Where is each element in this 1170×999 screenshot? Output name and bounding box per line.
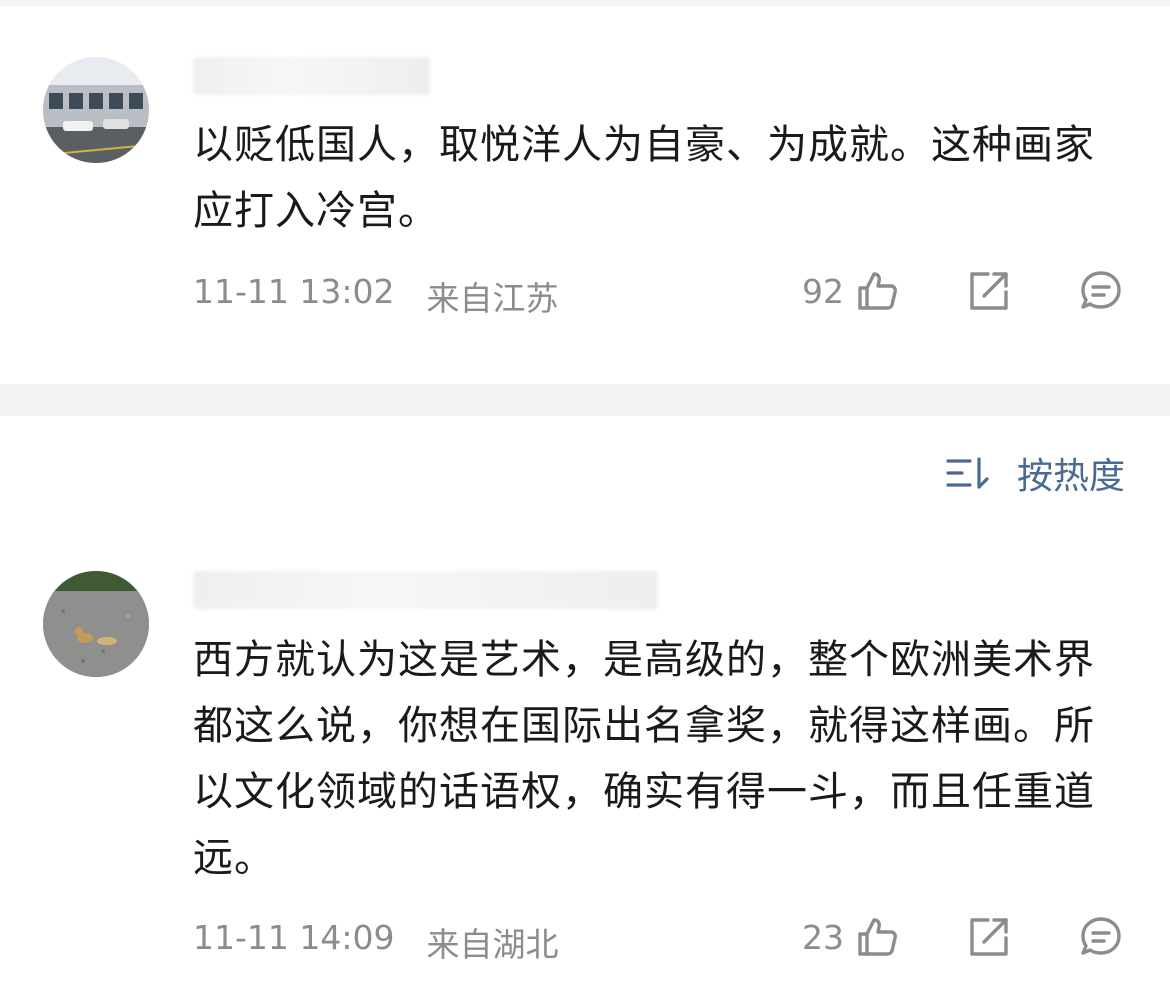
- username-redacted[interactable]: [193, 57, 430, 95]
- share-icon[interactable]: [966, 914, 1012, 960]
- like-count: 92: [802, 271, 844, 311]
- section-divider: [0, 384, 1170, 416]
- comment-text: 西方就认为这是艺术，是高级的，整个欧洲美术界都这么说，你想在国际出名拿奖，就得这…: [193, 637, 1095, 881]
- sort-label: 按热度: [1016, 456, 1125, 497]
- comment-location: 来自江苏: [426, 279, 559, 318]
- comment-icon[interactable]: [1078, 914, 1124, 960]
- comment-time: 11-11 14:09: [193, 918, 395, 957]
- sort-icon: [945, 453, 991, 493]
- username-redacted[interactable]: [193, 571, 658, 609]
- share-icon[interactable]: [966, 268, 1012, 314]
- sort-button[interactable]: 按热度: [945, 447, 1125, 499]
- like-count: 23: [802, 917, 844, 957]
- comment-location: 来自湖北: [426, 925, 559, 964]
- thumbs-up-icon[interactable]: [854, 268, 900, 314]
- comment-meta: 11-11 14:09 来自湖北: [193, 918, 558, 966]
- comment-actions: 92: [802, 268, 1124, 314]
- top-separator: [0, 0, 1170, 6]
- comment-time: 11-11 13:02: [193, 272, 395, 311]
- avatar[interactable]: [43, 571, 149, 677]
- comment-text: 以贬低国人，取悦洋人为自豪、为成就。这种画家应打入冷宫。: [193, 122, 1095, 234]
- comment-icon[interactable]: [1078, 268, 1124, 314]
- avatar[interactable]: [43, 57, 149, 163]
- comment-actions: 23: [802, 914, 1124, 960]
- comment-meta: 11-11 13:02 来自江苏: [193, 272, 558, 320]
- thumbs-up-icon[interactable]: [854, 914, 900, 960]
